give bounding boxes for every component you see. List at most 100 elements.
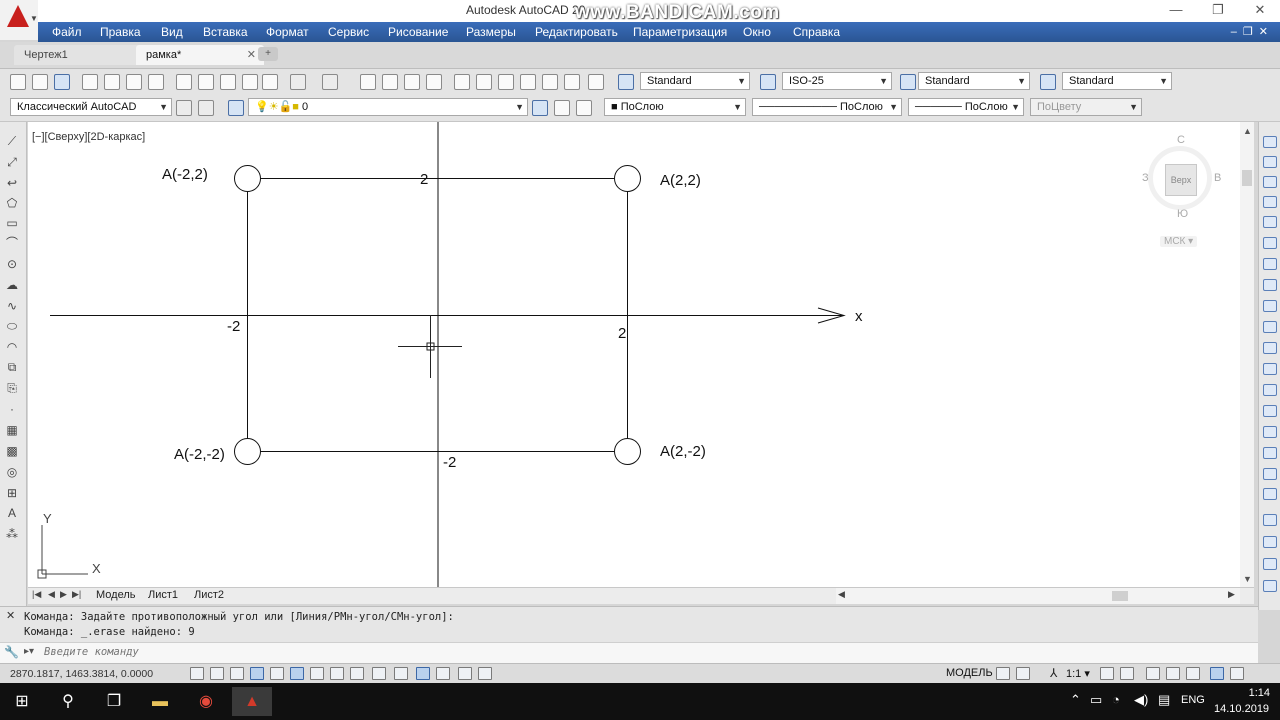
lock-ui-icon[interactable] bbox=[1166, 667, 1180, 680]
auto-scale-icon[interactable] bbox=[1120, 667, 1134, 680]
polyline-icon[interactable]: ↩ bbox=[5, 176, 19, 190]
array-icon[interactable] bbox=[1263, 216, 1277, 228]
dynamic-ucs-icon[interactable] bbox=[350, 667, 364, 680]
mleader-style-select[interactable]: Standard ▼ bbox=[1062, 72, 1172, 90]
input-language[interactable]: ENG bbox=[1181, 694, 1205, 706]
menu-dimension[interactable]: Размеры bbox=[466, 25, 516, 39]
tool-palettes-icon[interactable] bbox=[498, 74, 514, 90]
quick-view-drawings-icon[interactable] bbox=[1016, 667, 1030, 680]
layer-states-icon[interactable] bbox=[576, 100, 592, 116]
infer-constraints-icon[interactable] bbox=[190, 667, 204, 680]
search-icon[interactable]: ⚲ bbox=[48, 687, 88, 716]
make-block-icon[interactable]: ⎘ bbox=[5, 381, 19, 395]
compass-west[interactable]: З bbox=[1142, 172, 1149, 184]
menu-draw[interactable]: Рисование bbox=[388, 25, 448, 39]
layer-select[interactable]: 💡☀🔓■ 0 ▼ bbox=[248, 98, 528, 116]
annotation-monitor-icon[interactable] bbox=[478, 667, 492, 680]
scroll-thumb[interactable] bbox=[1242, 170, 1252, 186]
workspace-settings-icon[interactable] bbox=[176, 100, 192, 116]
maximize-button[interactable]: ❐ bbox=[1206, 2, 1230, 18]
mirror-icon[interactable] bbox=[1263, 176, 1277, 188]
pan-icon[interactable] bbox=[360, 74, 376, 90]
scroll-down-icon[interactable]: ▼ bbox=[1243, 574, 1252, 584]
plot-icon[interactable] bbox=[82, 74, 98, 90]
properties-panel-icon[interactable] bbox=[1263, 558, 1277, 570]
volume-icon[interactable]: ◀) bbox=[1134, 692, 1148, 708]
menu-modify[interactable]: Редактировать bbox=[535, 25, 618, 39]
table-icon[interactable]: ⊞ bbox=[5, 486, 19, 500]
ellipse-icon[interactable]: ⬭ bbox=[5, 319, 19, 333]
annotation-scale-select[interactable]: 1:1 ▾ bbox=[1066, 667, 1090, 680]
lineweight-select[interactable]: ────── ПоСлою ▼ bbox=[908, 98, 1024, 116]
spline-icon[interactable]: ∿ bbox=[5, 299, 19, 313]
scale-icon[interactable] bbox=[1263, 279, 1277, 291]
break-icon[interactable] bbox=[1263, 384, 1277, 396]
copy-object-icon[interactable] bbox=[1263, 156, 1277, 168]
battery-icon[interactable]: ▭ bbox=[1090, 692, 1102, 708]
tab-ramka[interactable]: рамка* ✕ bbox=[136, 45, 264, 65]
extend-icon[interactable] bbox=[1263, 342, 1277, 354]
menu-view[interactable]: Вид bbox=[161, 25, 183, 39]
file-explorer-icon[interactable]: ▬ bbox=[140, 687, 180, 716]
offset-icon[interactable] bbox=[1263, 196, 1277, 208]
wcs-menu[interactable]: МСК ▾ bbox=[1160, 236, 1198, 247]
add-selected-icon[interactable]: ⁂ bbox=[5, 527, 19, 541]
chamfer-icon[interactable] bbox=[1263, 426, 1277, 438]
vertical-scrollbar[interactable]: ▲ ▼ bbox=[1240, 122, 1254, 587]
drawing-canvas[interactable]: [−][Сверху][2D-каркас] A(-2,2) A(2,2) A(… bbox=[28, 122, 1254, 587]
copy-icon[interactable] bbox=[198, 74, 214, 90]
tab-sheet2[interactable]: Лист2 bbox=[194, 589, 224, 601]
multiline-text-icon[interactable]: A bbox=[5, 506, 19, 520]
wrench-icon[interactable]: 🔧 bbox=[4, 645, 19, 659]
undo-icon[interactable] bbox=[290, 74, 306, 90]
zoom-previous-icon[interactable] bbox=[426, 74, 442, 90]
revision-cloud-icon[interactable]: ☁ bbox=[5, 278, 19, 292]
layers-panel-icon[interactable] bbox=[1263, 536, 1277, 548]
arc-icon[interactable]: ⌒ bbox=[5, 236, 19, 250]
text-style-select[interactable]: Standard ▼ bbox=[640, 72, 750, 90]
publish-icon[interactable] bbox=[126, 74, 142, 90]
quickcalc-icon[interactable] bbox=[564, 74, 580, 90]
plot-preview-icon[interactable] bbox=[104, 74, 120, 90]
scroll-thumb[interactable] bbox=[1112, 591, 1128, 601]
annotation-scale-icon[interactable]: ⅄ bbox=[1050, 666, 1057, 680]
text-style-icon[interactable] bbox=[618, 74, 634, 90]
windows-start-icon[interactable]: ⊞ bbox=[2, 687, 42, 716]
chrome-icon[interactable]: ◉ bbox=[186, 687, 226, 716]
paste-icon[interactable] bbox=[220, 74, 236, 90]
color-select[interactable]: ■ ПоСлою ▼ bbox=[604, 98, 746, 116]
new-file-icon[interactable] bbox=[10, 74, 26, 90]
selection-cycling-icon[interactable] bbox=[458, 667, 472, 680]
viewcube-top-face[interactable]: Верх bbox=[1165, 164, 1197, 196]
ortho-icon[interactable] bbox=[250, 667, 264, 680]
line-tool-icon[interactable]: ⟋ bbox=[5, 134, 19, 148]
close-button[interactable]: ✕ bbox=[1248, 2, 1272, 18]
dynamic-input-icon[interactable] bbox=[372, 667, 386, 680]
command-prompt-icon[interactable]: ▸▾ bbox=[24, 646, 34, 657]
notifications-icon[interactable]: ▤ bbox=[1158, 692, 1170, 708]
cut-icon[interactable] bbox=[176, 74, 192, 90]
region-icon[interactable]: ◎ bbox=[5, 465, 19, 479]
menu-format[interactable]: Формат bbox=[266, 25, 309, 39]
3d-dwf-icon[interactable] bbox=[148, 74, 164, 90]
document-window-controls[interactable]: –❐✕ bbox=[1231, 25, 1274, 38]
design-center-icon[interactable] bbox=[476, 74, 492, 90]
workspace-select[interactable]: Классический AutoCAD ▼ bbox=[10, 98, 172, 116]
trim-icon[interactable] bbox=[1263, 321, 1277, 333]
tool-palette-icon[interactable] bbox=[1263, 514, 1277, 526]
3d-osnap-icon[interactable] bbox=[310, 667, 324, 680]
scroll-right-icon[interactable]: ▶ bbox=[1228, 589, 1235, 600]
menu-parametric[interactable]: Параметризация bbox=[633, 25, 727, 39]
command-input[interactable] bbox=[44, 644, 844, 660]
quick-view-layouts-icon[interactable] bbox=[996, 667, 1010, 680]
design-center-panel-icon[interactable] bbox=[1263, 580, 1277, 592]
tab-model[interactable]: Модель bbox=[96, 589, 135, 601]
menu-edit[interactable]: Правка bbox=[100, 25, 141, 39]
hatch-icon[interactable]: ▦ bbox=[5, 423, 19, 437]
dim-style-select[interactable]: ISO-25 ▼ bbox=[782, 72, 892, 90]
snap-mode-icon[interactable] bbox=[210, 667, 224, 680]
layer-properties-icon[interactable] bbox=[228, 100, 244, 116]
hardware-acceleration-icon[interactable] bbox=[1186, 667, 1200, 680]
dim-style-icon[interactable] bbox=[760, 74, 776, 90]
block-editor-icon[interactable] bbox=[262, 74, 278, 90]
